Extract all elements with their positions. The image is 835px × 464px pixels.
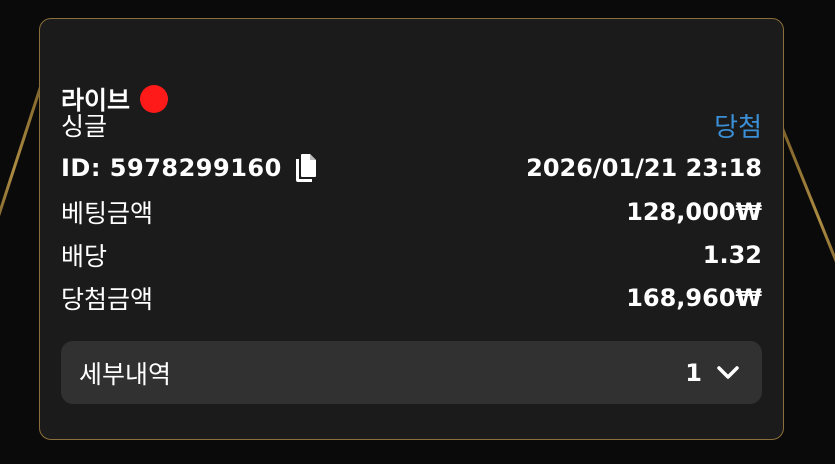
bet-category-label: 싱글 bbox=[61, 112, 108, 141]
bet-id-group: ID: 5978299160 bbox=[61, 153, 318, 183]
odds-row: 배당 1.32 bbox=[61, 235, 762, 275]
bet-card: 라이브 싱글 당첨 ID: 5978299160 2026/01/21 23:1… bbox=[39, 18, 784, 440]
win-amount-value: 168,960₩ bbox=[626, 284, 762, 312]
bet-datetime: 2026/01/21 23:18 bbox=[526, 154, 762, 182]
win-amount-row: 당첨금액 168,960₩ bbox=[61, 278, 762, 318]
win-amount-label: 당첨금액 bbox=[61, 285, 154, 314]
details-toggle-button[interactable]: 세부내역 1 bbox=[61, 341, 762, 404]
bet-amount-label: 베팅금액 bbox=[61, 199, 154, 228]
bet-amount-value: 128,000₩ bbox=[626, 198, 762, 226]
bet-id-text: ID: 5978299160 bbox=[61, 154, 282, 182]
bet-id-row: ID: 5978299160 2026/01/21 23:18 bbox=[61, 148, 762, 188]
details-right-group: 1 bbox=[685, 359, 740, 387]
details-label: 세부내역 bbox=[79, 359, 172, 389]
odds-value: 1.32 bbox=[702, 241, 762, 269]
chevron-down-icon bbox=[716, 365, 740, 381]
bet-amount-row: 베팅금액 128,000₩ bbox=[61, 192, 762, 232]
bet-category-row: 싱글 당첨 bbox=[61, 105, 762, 145]
copy-icon[interactable] bbox=[292, 153, 318, 183]
odds-label: 배당 bbox=[61, 242, 108, 271]
decorative-stroke-right bbox=[776, 117, 835, 323]
details-count: 1 bbox=[685, 358, 702, 387]
bet-status-badge: 당첨 bbox=[714, 112, 762, 143]
